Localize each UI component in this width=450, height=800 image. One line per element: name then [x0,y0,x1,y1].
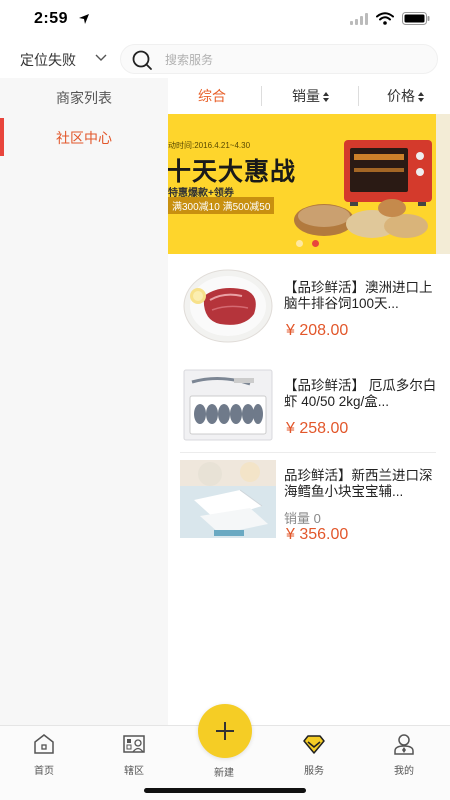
wifi-icon [376,12,394,25]
signal-icon [350,12,368,25]
divider [358,86,359,106]
product-item[interactable]: 【品珍鲜活】 厄瓜多尔白虾 40/50 2kg/盒... ¥ 258.00 [168,360,450,458]
tab-create-label: 新建 [214,768,234,779]
banner-time: 动时间:2016.4.21~4.30 [168,141,251,150]
product-item[interactable]: 【品珍鲜活】澳洲进口上脑牛排谷饲100天... ¥ 208.00 [168,262,450,360]
chevron-down-icon[interactable] [94,53,108,63]
tab-create[interactable]: 新建 [194,758,254,779]
tab-home-label: 首页 [34,766,54,777]
tab-sales[interactable]: 销量 [292,78,329,114]
tab-sales-label: 销量 [292,88,320,104]
product-image-shrimp [183,369,273,441]
tab-mine-label: 我的 [394,766,414,777]
category-sidebar: 商家列表 社区中心 [0,78,168,725]
sidebar-item-merchant-list[interactable]: 商家列表 [0,78,168,118]
product-title: 【品珍鲜活】 厄瓜多尔白虾 40/50 2kg/盒... [284,378,437,409]
search-input[interactable] [165,51,425,69]
status-time: 2:59 [34,10,69,27]
status-bar: 2:59 [0,0,450,40]
sort-arrows-icon [418,92,424,103]
product-sales: 销量 0 [284,511,321,526]
location-selector[interactable]: 定位失败 [20,50,76,70]
product-image-steak [183,269,273,343]
tab-comprehensive[interactable]: 综合 [198,78,226,114]
user-icon [394,734,414,755]
banner-pager [296,240,319,247]
location-arrow-icon [79,14,89,24]
divider [261,86,262,106]
tab-mine[interactable]: 我的 [374,732,434,777]
tab-price-label: 价格 [387,88,415,104]
product-price: ¥ 258.00 [286,420,349,437]
promo-banner[interactable]: 动时间:2016.4.21~4.30 十天大惠战 特惠爆款+领券 满300减10… [168,114,436,254]
product-item[interactable]: 品珍鲜活】新西兰进口深海鳕鱼小块宝宝辅... 销量 0 ¥ 356.00 [168,458,450,556]
header: 定位失败 [0,40,450,78]
pager-dot[interactable] [296,240,303,247]
divider [180,452,436,453]
search-box[interactable] [120,44,438,74]
tab-service[interactable]: 服务 [284,732,344,777]
tab-service-label: 服务 [304,766,324,777]
pager-dot-active[interactable] [312,240,319,247]
banner-title: 十天大惠战 [168,158,297,186]
battery-icon [402,12,430,25]
sidebar-active-indicator [0,118,4,156]
sort-bar: 综合 销量 价格 [168,78,450,114]
search-icon [132,50,152,70]
banner-coupon: 满300减10 满500减50 [168,197,275,214]
tab-district-label: 辖区 [124,766,144,777]
sidebar-item-community-center[interactable]: 社区中心 [0,118,168,158]
product-price: ¥ 356.00 [286,526,349,543]
next-banner-peek [436,114,450,254]
home-icon [34,734,54,754]
home-indicator[interactable] [144,788,306,793]
tab-home[interactable]: 首页 [14,732,74,777]
tab-price[interactable]: 价格 [387,78,424,114]
product-image-cod [180,460,276,538]
status-icons [350,12,430,25]
product-title: 【品珍鲜活】澳洲进口上脑牛排谷饲100天... [284,280,433,311]
banner-illustration [294,140,432,238]
diamond-icon [303,735,325,754]
tab-district[interactable]: 辖区 [104,732,164,777]
sort-arrows-icon [323,92,329,103]
product-price: ¥ 208.00 [286,322,349,339]
create-button[interactable] [198,704,252,758]
plus-icon-vertical [224,722,226,740]
product-title: 品珍鲜活】新西兰进口深海鳕鱼小块宝宝辅... [284,468,433,499]
district-icon [123,735,145,753]
